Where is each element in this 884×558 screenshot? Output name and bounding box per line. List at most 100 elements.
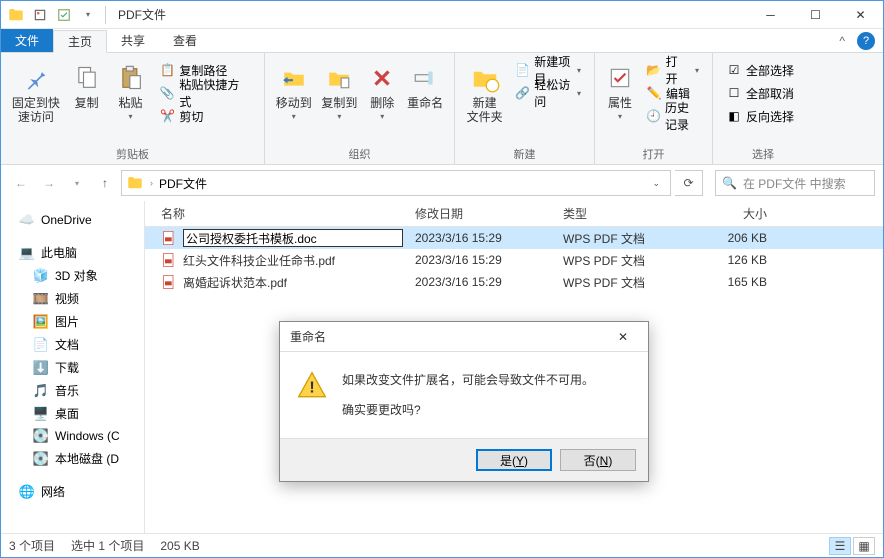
network-icon: 🌐: [19, 484, 35, 500]
sidebar-item-pictures[interactable]: 🖼️图片: [1, 310, 144, 333]
rename-input[interactable]: [183, 229, 403, 247]
cut-icon: ✂️: [159, 108, 175, 124]
sidebar-item-onedrive[interactable]: ☁️OneDrive: [1, 209, 144, 231]
delete-icon: [366, 62, 398, 94]
sidebar-item-documents[interactable]: 📄文档: [1, 333, 144, 356]
folder-icon: [5, 4, 27, 26]
header-type[interactable]: 类型: [557, 205, 677, 222]
search-placeholder: 在 PDF文件 中搜索: [743, 175, 846, 192]
tab-home[interactable]: 主页: [53, 30, 107, 53]
sidebar-item-desktop[interactable]: 🖥️桌面: [1, 402, 144, 425]
dropdown-icon[interactable]: ⌄: [646, 178, 666, 189]
qat-checkbox-icon[interactable]: [53, 4, 75, 26]
rename-dialog: 重命名✕ ! 如果改变文件扩展名，可能会导致文件不可用。 确实要更改吗? 是(Y…: [279, 321, 649, 482]
paste-button[interactable]: 粘贴▾: [111, 57, 151, 144]
sidebar-item-thispc[interactable]: 💻此电脑: [1, 241, 144, 264]
sidebar-item-downloads[interactable]: ⬇️下载: [1, 356, 144, 379]
ribbon: 固定到快 速访问 复制 粘贴▾ 📋复制路径 📎粘贴快捷方式 ✂️剪切 剪贴板 移…: [1, 53, 883, 165]
view-icons-button[interactable]: ▦: [853, 537, 875, 555]
status-selected: 选中 1 个项目: [71, 537, 144, 554]
paste-shortcut-button[interactable]: 📎粘贴快捷方式: [154, 82, 256, 104]
invertsel-button[interactable]: ◧反向选择: [721, 105, 799, 127]
sidebar-item-music[interactable]: 🎵音乐: [1, 379, 144, 402]
selectnone-button[interactable]: ☐全部取消: [721, 82, 799, 104]
nav-forward-button[interactable]: →: [37, 171, 61, 195]
easyaccess-button[interactable]: 🔗轻松访问▾: [510, 82, 586, 104]
invertsel-icon: ◧: [726, 108, 742, 124]
status-size: 205 KB: [160, 539, 199, 553]
help-button[interactable]: ?: [857, 32, 875, 50]
sidebar-item-videos[interactable]: 🎞️视频: [1, 287, 144, 310]
copyto-button[interactable]: 复制到▾: [319, 57, 361, 144]
open-icon: 📂: [646, 62, 662, 78]
header-date[interactable]: 修改日期: [409, 205, 557, 222]
selectall-button[interactable]: ☑全部选择: [721, 59, 799, 81]
history-button[interactable]: 🕘历史记录: [641, 105, 704, 127]
video-icon: 🎞️: [33, 291, 49, 307]
search-input[interactable]: 🔍 在 PDF文件 中搜索: [715, 170, 875, 196]
rename-button[interactable]: 重命名: [404, 57, 446, 144]
dialog-yes-button[interactable]: 是(Y): [476, 449, 552, 471]
minimize-button[interactable]: ─: [748, 1, 793, 29]
nav-recent-button[interactable]: ▾: [65, 171, 89, 195]
file-name: 离婚起诉状范本.pdf: [183, 274, 287, 291]
3d-icon: 🧊: [33, 268, 49, 284]
pdf-icon: [161, 230, 177, 246]
svg-text:!: !: [309, 380, 314, 397]
dialog-close-button[interactable]: ✕: [608, 330, 638, 344]
tab-view[interactable]: 查看: [159, 29, 211, 52]
music-icon: 🎵: [33, 383, 49, 399]
file-row[interactable]: 红头文件科技企业任命书.pdf 2023/3/16 15:29WPS PDF 文档…: [145, 249, 883, 271]
file-type: WPS PDF 文档: [557, 252, 677, 269]
pictures-icon: 🖼️: [33, 314, 49, 330]
pin-button[interactable]: 固定到快 速访问: [9, 57, 63, 144]
moveto-button[interactable]: 移动到▾: [273, 57, 315, 144]
paste-icon: [115, 62, 147, 94]
chevron-right-icon[interactable]: ›: [150, 178, 153, 188]
file-date: 2023/3/16 15:29: [409, 231, 557, 245]
refresh-button[interactable]: ⟳: [675, 170, 703, 196]
cut-button[interactable]: ✂️剪切: [154, 105, 256, 127]
qat-dropdown-icon[interactable]: ▾: [77, 4, 99, 26]
search-icon: 🔍: [722, 176, 737, 190]
file-date: 2023/3/16 15:29: [409, 253, 557, 267]
close-button[interactable]: ✕: [838, 1, 883, 29]
nav-up-button[interactable]: ↑: [93, 171, 117, 195]
copypath-icon: 📋: [159, 62, 175, 78]
breadcrumb-segment[interactable]: PDF文件: [159, 175, 207, 192]
breadcrumb[interactable]: › PDF文件 ⌄: [121, 170, 671, 196]
open-button[interactable]: 📂打开▾: [641, 59, 704, 81]
sidebar-item-locald[interactable]: 💽本地磁盘 (D: [1, 447, 144, 470]
dialog-line2: 确实要更改吗?: [342, 400, 594, 420]
copy-button[interactable]: 复制: [67, 57, 107, 144]
dialog-title: 重命名: [290, 328, 326, 345]
qat-properties-icon[interactable]: [29, 4, 51, 26]
column-headers[interactable]: 名称 修改日期 类型 大小: [145, 201, 883, 227]
file-date: 2023/3/16 15:29: [409, 275, 557, 289]
tab-file[interactable]: 文件: [1, 29, 53, 52]
edit-icon: ✏️: [646, 85, 662, 101]
pc-icon: 💻: [19, 245, 35, 261]
delete-button[interactable]: 删除▾: [364, 57, 400, 144]
view-details-button[interactable]: ☰: [829, 537, 851, 555]
easyaccess-icon: 🔗: [515, 85, 530, 101]
nav-back-button[interactable]: ←: [9, 171, 33, 195]
properties-button[interactable]: 属性▾: [603, 57, 637, 144]
file-size: 126 KB: [677, 253, 773, 267]
tab-share[interactable]: 共享: [107, 29, 159, 52]
newfolder-button[interactable]: 新建 文件夹: [463, 57, 506, 144]
sidebar-item-3dobjects[interactable]: 🧊3D 对象: [1, 264, 144, 287]
header-name[interactable]: 名称: [155, 205, 409, 222]
sidebar-item-network[interactable]: 🌐网络: [1, 480, 144, 503]
ribbon-collapse-button[interactable]: ^: [833, 32, 851, 50]
dialog-no-button[interactable]: 否(N): [560, 449, 636, 471]
file-row[interactable]: 2023/3/16 15:29WPS PDF 文档206 KB: [145, 227, 883, 249]
file-row[interactable]: 离婚起诉状范本.pdf2023/3/16 15:29WPS PDF 文档165 …: [145, 271, 883, 293]
moveto-icon: [278, 62, 310, 94]
history-icon: 🕘: [646, 108, 661, 124]
file-name: 红头文件科技企业任命书.pdf: [183, 252, 335, 269]
header-size[interactable]: 大小: [677, 205, 773, 222]
sidebar-item-windowsc[interactable]: 💽Windows (C: [1, 425, 144, 447]
pdf-icon: [161, 274, 177, 290]
maximize-button[interactable]: ☐: [793, 1, 838, 29]
